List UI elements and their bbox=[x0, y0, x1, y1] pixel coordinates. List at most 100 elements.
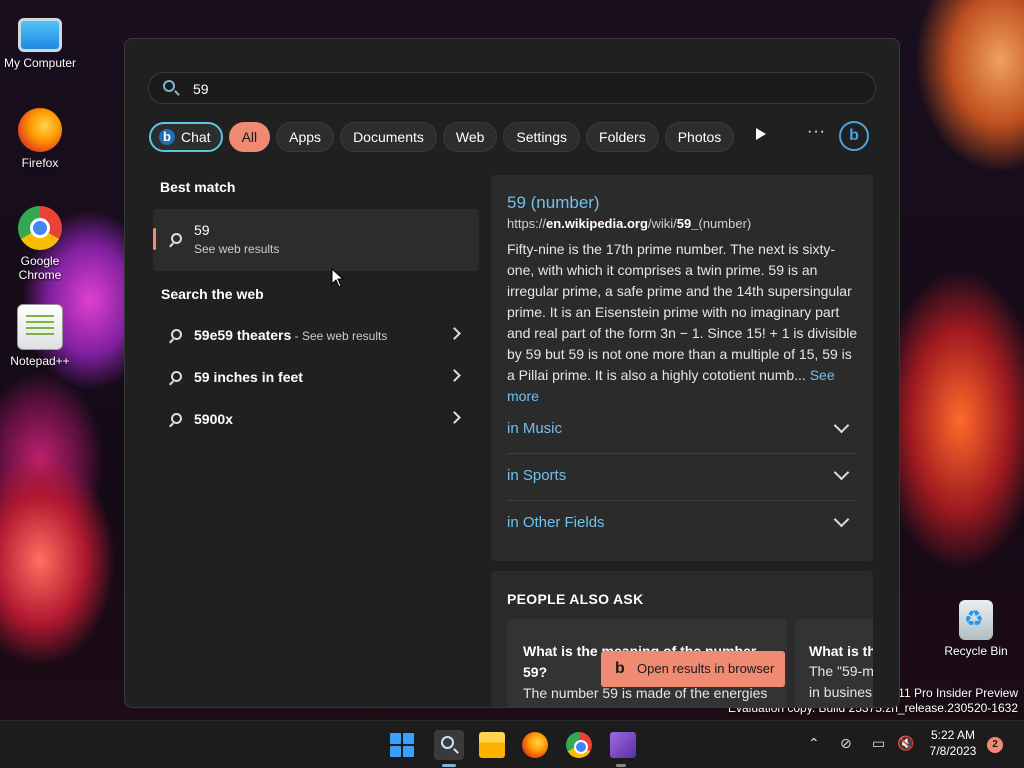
web-result-sub: - See web results bbox=[291, 329, 388, 343]
windows-logo-icon bbox=[390, 746, 401, 757]
running-app-indicator bbox=[616, 764, 626, 767]
tab-apps[interactable]: Apps bbox=[276, 122, 335, 152]
search-web-heading: Search the web bbox=[161, 286, 264, 302]
tab-photos[interactable]: Photos bbox=[664, 122, 735, 152]
desktop-icon-label: Firefox bbox=[21, 156, 59, 170]
open-in-browser-label: Open results in browser bbox=[637, 661, 775, 676]
chevron-down-icon bbox=[833, 511, 850, 528]
section-in-sports[interactable]: in Sports bbox=[507, 455, 857, 501]
tab-settings[interactable]: Settings bbox=[503, 122, 581, 152]
tab-chat[interactable]: b Chat bbox=[149, 122, 223, 152]
tab-folders[interactable]: Folders bbox=[586, 122, 659, 152]
chevron-down-icon bbox=[833, 464, 850, 481]
desktop-icon-notepadpp[interactable]: Notepad++ bbox=[0, 304, 80, 368]
notification-badge[interactable]: 2 bbox=[987, 737, 1003, 753]
desktop-icon-label: Notepad++ bbox=[10, 354, 70, 368]
section-label: in Sports bbox=[507, 467, 567, 484]
clock-time: 5:22 AM bbox=[930, 728, 976, 742]
wiki-url[interactable]: https://en.wikipedia.org/wiki/59_(number… bbox=[507, 216, 751, 231]
network-off-icon[interactable]: ⊘ bbox=[840, 735, 852, 752]
bing-icon[interactable]: b bbox=[839, 121, 869, 151]
display-icon[interactable]: ▭ bbox=[872, 735, 885, 752]
section-in-music[interactable]: in Music bbox=[507, 408, 857, 454]
windows-logo-icon bbox=[403, 746, 414, 757]
web-result-label: 59 inches in feet bbox=[194, 369, 303, 385]
bing-icon: b bbox=[615, 660, 625, 677]
firefox-icon bbox=[18, 108, 62, 152]
best-match-heading: Best match bbox=[160, 179, 236, 195]
filter-tabs: b Chat All Apps Documents Web Settings F… bbox=[149, 120, 735, 154]
web-result-label: 59e59 theaters bbox=[194, 327, 292, 343]
chevron-right-icon bbox=[448, 411, 461, 424]
windows-logo-icon bbox=[390, 733, 401, 744]
section-in-other-fields[interactable]: in Other Fields bbox=[507, 502, 857, 548]
chevron-right-icon bbox=[448, 327, 461, 340]
search-icon bbox=[441, 736, 454, 749]
desktop-icon-my-computer[interactable]: My Computer bbox=[0, 10, 80, 70]
tab-chat-label: Chat bbox=[181, 129, 211, 145]
chrome-icon bbox=[18, 206, 62, 250]
url-prefix: https:// bbox=[507, 216, 547, 231]
chevron-up-icon[interactable]: ⌃ bbox=[808, 735, 820, 752]
taskbar: ⌃ ⊘ ▭ 🔇 5:22 AM 7/8/2023 2 bbox=[0, 720, 1024, 768]
chevron-down-icon bbox=[833, 417, 850, 434]
paa-answer: The "59-m in busines bbox=[809, 663, 873, 700]
web-result-row[interactable]: 5900x bbox=[153, 399, 479, 439]
recycle-bin-icon bbox=[959, 600, 993, 640]
wikipedia-card: 59 (number) https://en.wikipedia.org/wik… bbox=[491, 175, 873, 561]
url-suffix: (number) bbox=[698, 216, 752, 231]
url-domain: en.wikipedia.org bbox=[546, 216, 648, 231]
bing-chat-icon: b bbox=[159, 129, 175, 145]
notepadpp-icon bbox=[17, 304, 63, 350]
search-icon bbox=[171, 413, 182, 424]
clock-date: 7/8/2023 bbox=[929, 744, 977, 758]
url-path: /wiki/ bbox=[647, 216, 677, 231]
file-explorer-icon[interactable] bbox=[479, 732, 505, 758]
volume-mute-icon[interactable]: 🔇 bbox=[897, 735, 914, 752]
search-input[interactable] bbox=[191, 77, 855, 101]
active-app-indicator bbox=[442, 764, 456, 767]
start-button[interactable] bbox=[390, 733, 414, 757]
taskbar-search-button[interactable] bbox=[434, 730, 464, 760]
paa-question-card[interactable]: What is th The "59-m in busines bbox=[795, 619, 873, 707]
paa-question: What is th bbox=[809, 643, 873, 659]
people-also-ask-heading: PEOPLE ALSO ASK bbox=[507, 591, 644, 607]
desktop-icon-recycle-bin[interactable]: Recycle Bin bbox=[936, 600, 1016, 658]
firefox-icon[interactable] bbox=[522, 732, 548, 758]
section-label: in Music bbox=[507, 420, 563, 437]
visual-studio-icon[interactable] bbox=[610, 732, 636, 758]
chrome-icon[interactable] bbox=[566, 732, 592, 758]
web-result-label: 5900x bbox=[194, 411, 233, 427]
search-box[interactable] bbox=[148, 72, 876, 104]
web-result-row[interactable]: 59 inches in feet bbox=[153, 357, 479, 397]
web-result-row[interactable]: 59e59 theaters - See web results bbox=[153, 315, 479, 355]
desktop-icon-chrome[interactable]: Google Chrome bbox=[0, 206, 80, 282]
desktop-icon-label: My Computer bbox=[3, 56, 77, 70]
people-also-ask-card: PEOPLE ALSO ASK What is the meaning of t… bbox=[491, 571, 873, 707]
chevron-right-icon bbox=[448, 369, 461, 382]
tab-documents[interactable]: Documents bbox=[340, 122, 437, 152]
clock[interactable]: 5:22 AM 7/8/2023 bbox=[918, 727, 988, 759]
best-match-result[interactable]: 59 See web results bbox=[153, 209, 479, 271]
best-match-title: 59 bbox=[194, 222, 210, 238]
tab-web[interactable]: Web bbox=[442, 122, 498, 152]
wiki-summary-text: Fifty-nine is the 17th prime number. The… bbox=[507, 241, 858, 383]
more-filters-arrow-icon[interactable] bbox=[756, 128, 766, 140]
desktop-icon-firefox[interactable]: Firefox bbox=[0, 108, 80, 170]
search-panel: b Chat All Apps Documents Web Settings F… bbox=[124, 38, 900, 708]
desktop-icon-label: Google Chrome bbox=[18, 254, 62, 282]
computer-icon bbox=[18, 18, 62, 52]
search-icon bbox=[171, 329, 182, 340]
wiki-title-link[interactable]: 59 (number) bbox=[507, 193, 600, 213]
wiki-summary: Fifty-nine is the 17th prime number. The… bbox=[507, 239, 861, 407]
watermark-line1: 11 Pro Insider Preview bbox=[898, 686, 1018, 700]
more-options-button[interactable]: ··· bbox=[807, 123, 826, 141]
search-icon bbox=[163, 80, 175, 92]
section-label: in Other Fields bbox=[507, 514, 605, 531]
selection-indicator bbox=[153, 228, 156, 250]
search-icon bbox=[171, 371, 182, 382]
mouse-cursor-icon bbox=[331, 268, 345, 288]
open-in-browser-button[interactable]: b Open results in browser bbox=[601, 651, 785, 687]
desktop-icon-label: Recycle Bin bbox=[944, 644, 1008, 658]
tab-all[interactable]: All bbox=[228, 122, 271, 152]
